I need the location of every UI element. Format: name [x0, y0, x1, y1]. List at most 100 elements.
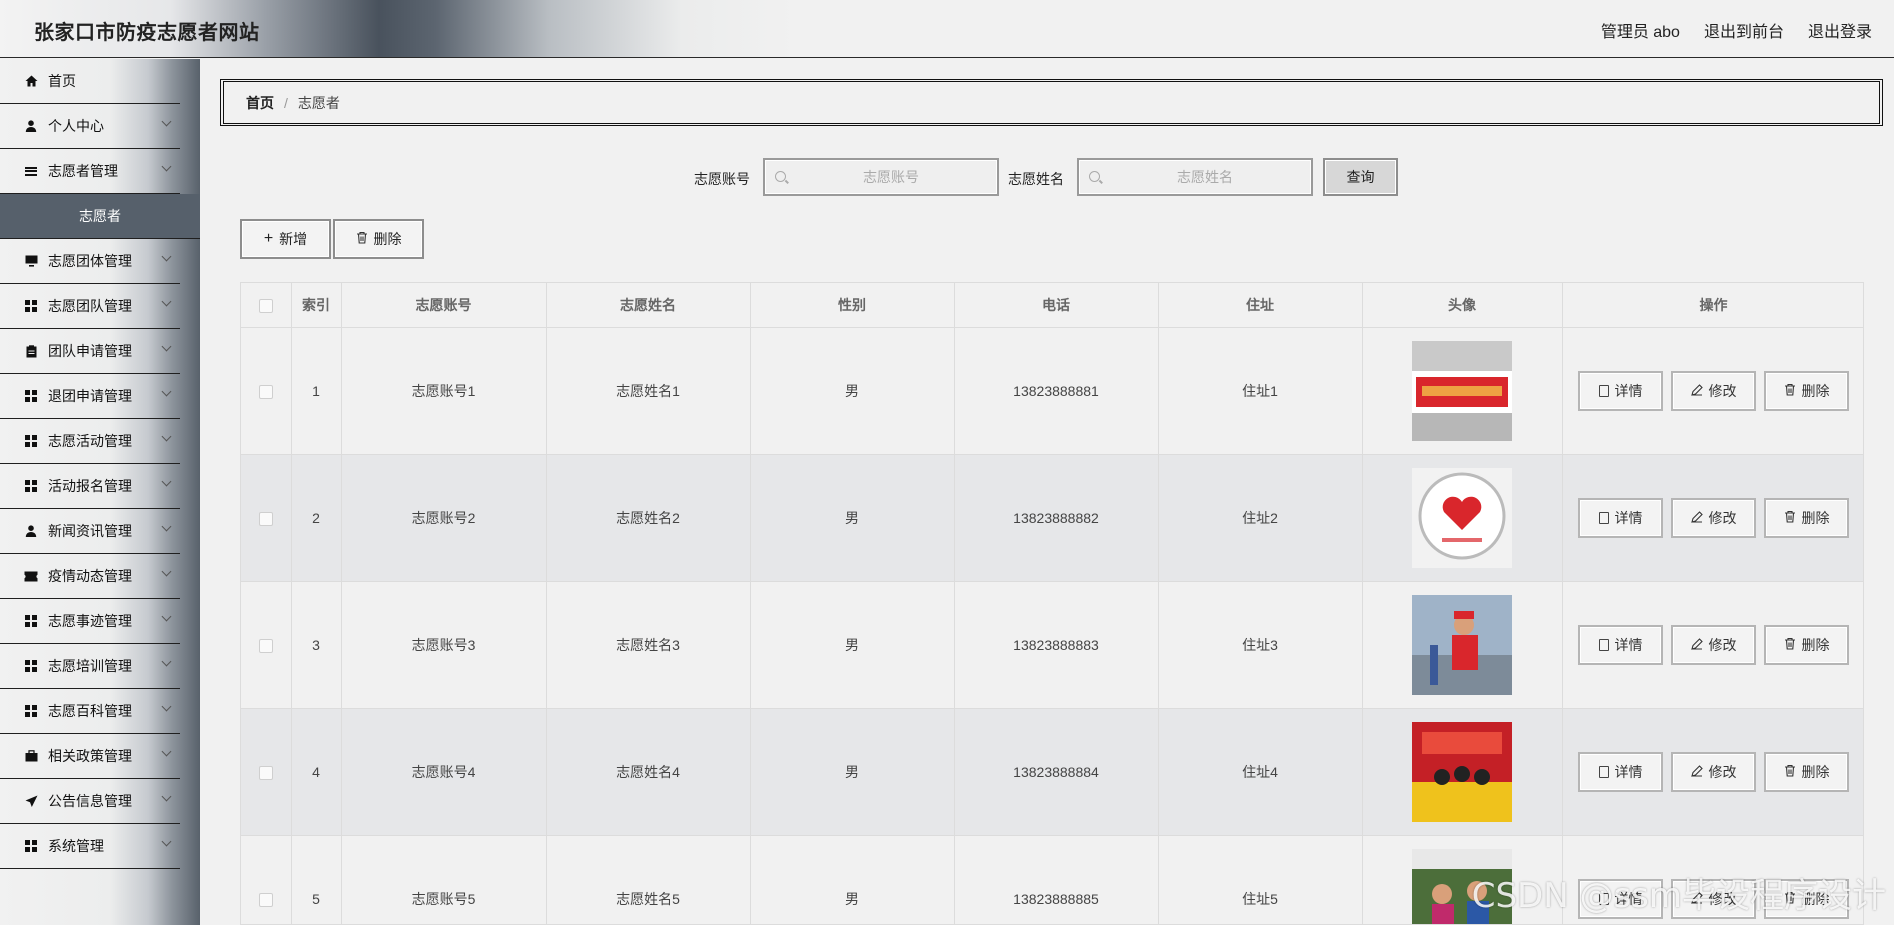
sidebar-item-label: 个人中心	[48, 118, 104, 134]
sidebar-item-label: 退团申请管理	[48, 388, 132, 404]
document-icon	[1598, 765, 1609, 778]
logout-link[interactable]: 退出登录	[1808, 18, 1872, 42]
column-header: 操作	[1562, 283, 1863, 328]
chevron-down-icon[interactable]	[161, 251, 172, 262]
delete-button[interactable]: 删除	[1764, 624, 1849, 665]
sidebar-item[interactable]: 首页	[0, 59, 180, 104]
sidebar-item[interactable]: 志愿百科管理	[0, 689, 180, 734]
sidebar-item-label: 志愿者管理	[48, 163, 118, 179]
avatar	[1412, 721, 1512, 822]
row-checkbox[interactable]	[258, 765, 273, 780]
breadcrumb-home[interactable]: 首页	[246, 93, 274, 113]
row-select-cell[interactable]	[241, 327, 292, 455]
sidebar-item[interactable]: 新闻资讯管理	[0, 509, 180, 554]
chevron-down-icon[interactable]	[161, 656, 172, 667]
sidebar-item[interactable]: 公告信息管理	[0, 779, 180, 824]
cell-avatar	[1362, 454, 1563, 582]
row-select-cell[interactable]	[241, 835, 292, 924]
cell-actions: 详情 修改 删除	[1562, 581, 1863, 709]
delete-button[interactable]: 删除	[1764, 751, 1849, 792]
edit-button[interactable]: 修改	[1671, 497, 1756, 538]
chevron-down-icon[interactable]	[161, 116, 172, 127]
chevron-down-icon[interactable]	[161, 566, 172, 577]
cell-actions: 详情 修改 删除	[1562, 327, 1863, 455]
sidebar-item[interactable]: 志愿团体管理	[0, 239, 180, 284]
pencil-icon	[1690, 764, 1703, 780]
delete-button[interactable]: 删除	[1764, 370, 1849, 411]
exit-to-front-link[interactable]: 退出到前台	[1704, 18, 1784, 42]
row-checkbox[interactable]	[258, 638, 273, 653]
sidebar-subitem-volunteer[interactable]: 志愿者	[0, 194, 200, 239]
account-search-label: 志愿账号	[694, 171, 750, 187]
delete-label: 删除	[1801, 509, 1830, 526]
sidebar-item[interactable]: 疫情动态管理	[0, 554, 180, 599]
cell-account: 志愿账号3	[341, 581, 547, 709]
detail-button[interactable]: 详情	[1578, 751, 1663, 792]
name-search-input[interactable]	[1079, 160, 1311, 194]
sidebar-item[interactable]: 志愿者管理	[0, 149, 180, 194]
edit-label: 修改	[1708, 763, 1737, 780]
row-checkbox[interactable]	[258, 384, 273, 399]
grid-icon	[24, 704, 38, 718]
chevron-down-icon[interactable]	[161, 746, 172, 757]
query-button[interactable]: 查询	[1323, 158, 1398, 196]
row-checkbox[interactable]	[258, 511, 273, 526]
chevron-down-icon[interactable]	[161, 296, 172, 307]
detail-label: 详情	[1614, 763, 1643, 780]
header-actions: 管理员 abo 退出到前台 退出登录	[1601, 18, 1872, 42]
chevron-down-icon[interactable]	[161, 836, 172, 847]
detail-label: 详情	[1614, 382, 1643, 399]
chevron-down-icon[interactable]	[161, 431, 172, 442]
sidebar-item[interactable]: 相关政策管理	[0, 734, 180, 779]
chevron-down-icon[interactable]	[161, 341, 172, 352]
sidebar-item[interactable]: 活动报名管理	[0, 464, 180, 509]
sidebar-item[interactable]: 志愿事迹管理	[0, 599, 180, 644]
ticket-icon	[24, 569, 38, 583]
chevron-down-icon[interactable]	[161, 161, 172, 172]
sidebar-item-label: 志愿团体管理	[48, 253, 132, 269]
detail-button[interactable]: 详情	[1578, 370, 1663, 411]
row-select-cell[interactable]	[241, 581, 292, 709]
search-icon	[1089, 171, 1100, 182]
edit-label: 修改	[1708, 636, 1737, 653]
select-all-checkbox[interactable]	[258, 298, 273, 313]
sidebar-item[interactable]: 志愿团队管理	[0, 284, 180, 329]
chevron-down-icon[interactable]	[161, 611, 172, 622]
sidebar-item[interactable]: 退团申请管理	[0, 374, 180, 419]
delete-button[interactable]: 删除	[1764, 497, 1849, 538]
chevron-down-icon[interactable]	[161, 521, 172, 532]
edit-button[interactable]: 修改	[1671, 624, 1756, 665]
detail-button[interactable]: 详情	[1578, 624, 1663, 665]
account-search-input[interactable]	[765, 160, 997, 194]
chevron-down-icon[interactable]	[161, 476, 172, 487]
add-button[interactable]: + 新增	[240, 219, 331, 259]
sidebar-item[interactable]: 志愿培训管理	[0, 644, 180, 689]
batch-delete-button[interactable]: 删除	[333, 219, 424, 259]
document-icon	[1598, 511, 1609, 524]
cell-phone: 13823888882	[954, 454, 1159, 582]
sidebar-item[interactable]: 系统管理	[0, 824, 180, 869]
chevron-down-icon[interactable]	[161, 701, 172, 712]
name-search-field[interactable]	[1077, 158, 1313, 196]
cell-gender: 男	[750, 835, 955, 924]
row-select-cell[interactable]	[241, 454, 292, 582]
account-search-field[interactable]	[763, 158, 999, 196]
table-row: 3 志愿账号3 志愿姓名3 男 13823888883 住址3 详情 修改 删除	[241, 581, 1863, 709]
chevron-down-icon[interactable]	[161, 791, 172, 802]
edit-button[interactable]: 修改	[1671, 370, 1756, 411]
person-icon	[24, 524, 38, 538]
breadcrumb: 首页 / 志愿者	[220, 79, 1883, 126]
cell-index: 3	[291, 581, 342, 709]
select-all-cell[interactable]	[241, 283, 292, 328]
detail-button[interactable]: 详情	[1578, 497, 1663, 538]
chevron-down-icon[interactable]	[161, 386, 172, 397]
sidebar-item[interactable]: 个人中心	[0, 104, 180, 149]
sidebar-item[interactable]: 团队申请管理	[0, 329, 180, 374]
row-select-cell[interactable]	[241, 708, 292, 836]
table-row: 2 志愿账号2 志愿姓名2 男 13823888882 住址2 详情 修改 删除	[241, 454, 1863, 582]
batch-delete-label: 删除	[373, 231, 402, 247]
edit-button[interactable]: 修改	[1671, 751, 1756, 792]
breadcrumb-current: 志愿者	[297, 94, 340, 111]
row-checkbox[interactable]	[258, 892, 273, 907]
sidebar-item[interactable]: 志愿活动管理	[0, 419, 180, 464]
